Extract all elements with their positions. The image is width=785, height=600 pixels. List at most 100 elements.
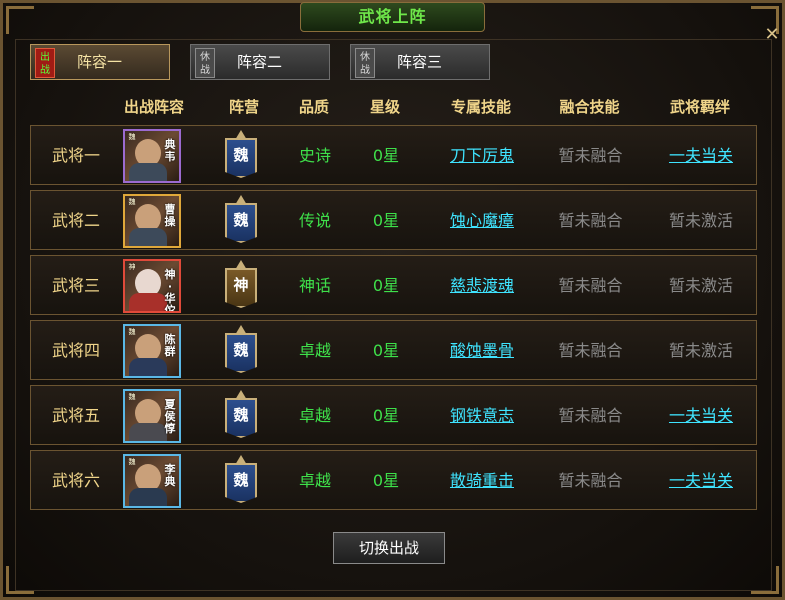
exclusive-skill-link[interactable]: 钢铁意志 [427, 386, 537, 446]
header-quality: 品质 [298, 98, 329, 116]
table-row: 武将二 魏 曹操 魏 传说 0星 蚀心魔瘴 暂未融合 暂未激活 [30, 190, 757, 250]
star-value: 0星 [372, 276, 400, 295]
lineup-status-badge: 休战 [195, 48, 215, 78]
portrait-frame: 魏 曹操 [123, 194, 181, 248]
exclusive-skill-link[interactable]: 酸蚀墨骨 [427, 321, 537, 381]
portrait-name: 神·华佗 [164, 268, 176, 313]
tab-label: 阵容二 [237, 53, 283, 71]
fusion-skill-status: 暂未融合 [558, 211, 623, 230]
fusion-skill-status: 暂未融合 [558, 406, 623, 425]
tab-lineup-3[interactable]: 休战 阵容三 [350, 44, 490, 80]
quality-value: 史诗 [298, 146, 331, 165]
exclusive-skill-link[interactable]: 刀下厉鬼 [427, 126, 537, 186]
camp-banner: 魏 [213, 126, 267, 186]
header-camp: 阵营 [228, 98, 259, 116]
camp-banner: 魏 [213, 321, 267, 381]
table-row: 武将五 魏 夏侯惇 魏 卓越 0星 钢铁意志 暂未融合 一夫当关 [30, 385, 757, 445]
quality-value: 传说 [298, 211, 331, 230]
dialog-title: 武将上阵 [300, 2, 485, 32]
portrait-name: 曹操 [164, 203, 176, 228]
portrait-camp-tag: 魏 [128, 458, 136, 466]
bond-status: 暂未激活 [668, 276, 733, 295]
quality-value: 卓越 [298, 341, 331, 360]
general-slot-label: 武将三 [51, 276, 100, 295]
portrait-camp-tag: 魏 [128, 328, 136, 336]
bond-status: 暂未激活 [668, 211, 733, 230]
general-portrait[interactable]: 神 神·华佗 [123, 256, 181, 316]
lineup-status-badge: 出战 [35, 48, 55, 78]
exclusive-skill-link[interactable]: 散骑重击 [427, 451, 537, 511]
portrait-camp-tag: 魏 [128, 198, 136, 206]
bond-status: 暂未激活 [668, 341, 733, 360]
switch-lineup-button[interactable]: 切换出战 [333, 532, 445, 564]
exclusive-skill-link[interactable]: 慈悲渡魂 [427, 256, 537, 316]
camp-banner: 魏 [213, 191, 267, 251]
bond-link[interactable]: 一夫当关 [651, 451, 751, 511]
tab-label: 阵容一 [77, 53, 123, 71]
banner-icon: 魏 [215, 455, 265, 507]
camp-glyph: 神 [233, 276, 249, 294]
portrait-frame: 神 神·华佗 [123, 259, 181, 313]
portrait-name: 典韦 [164, 138, 176, 163]
tab-lineup-2[interactable]: 休战 阵容二 [190, 44, 330, 80]
star-value: 0星 [372, 211, 400, 230]
portrait-name: 李典 [164, 463, 176, 488]
corner-ornament [6, 566, 34, 594]
general-portrait[interactable]: 魏 曹操 [123, 191, 181, 251]
portrait-frame: 魏 典韦 [123, 129, 181, 183]
header-fusion: 融合技能 [559, 98, 620, 116]
camp-banner: 魏 [213, 451, 267, 511]
quality-value: 卓越 [298, 406, 331, 425]
star-value: 0星 [372, 341, 400, 360]
header-lineup: 出战阵容 [123, 98, 184, 116]
header-skill: 专属技能 [450, 98, 511, 116]
table-row: 武将六 魏 李典 魏 卓越 0星 散骑重击 暂未融合 一夫当关 [30, 450, 757, 510]
corner-ornament [751, 566, 779, 594]
general-slot-label: 武将一 [51, 146, 100, 165]
quality-value: 卓越 [298, 471, 331, 490]
tab-lineup-1[interactable]: 出战 阵容一 [30, 44, 170, 80]
table-row: 武将四 魏 陈群 魏 卓越 0星 酸蚀墨骨 暂未融合 暂未激活 [30, 320, 757, 380]
star-value: 0星 [372, 146, 400, 165]
portrait-body [129, 163, 167, 181]
portrait-body [129, 423, 167, 441]
exclusive-skill-link[interactable]: 蚀心魔瘴 [427, 191, 537, 251]
corner-ornament [6, 6, 34, 34]
camp-glyph: 魏 [233, 341, 249, 359]
bond-link[interactable]: 一夫当关 [651, 126, 751, 186]
camp-glyph: 魏 [233, 211, 249, 229]
general-portrait[interactable]: 魏 夏侯惇 [123, 386, 181, 446]
camp-banner: 神 [213, 256, 267, 316]
fusion-skill-status: 暂未融合 [558, 276, 623, 295]
fusion-skill-status: 暂未融合 [558, 471, 623, 490]
camp-banner: 魏 [213, 386, 267, 446]
general-portrait[interactable]: 魏 李典 [123, 451, 181, 511]
portrait-frame: 魏 夏侯惇 [123, 389, 181, 443]
general-slot-label: 武将五 [51, 406, 100, 425]
camp-glyph: 魏 [233, 471, 249, 489]
general-portrait[interactable]: 魏 典韦 [123, 126, 181, 186]
header-bond: 武将羁绊 [669, 98, 730, 116]
portrait-camp-tag: 神 [128, 263, 136, 271]
table-row: 武将三 神 神·华佗 神 神话 0星 慈悲渡魂 暂未融合 暂未激活 [30, 255, 757, 315]
portrait-camp-tag: 魏 [128, 133, 136, 141]
portrait-body [129, 488, 167, 506]
close-icon[interactable]: ✕ [761, 24, 783, 46]
portrait-camp-tag: 魏 [128, 393, 136, 401]
general-slot-label: 武将六 [51, 471, 100, 490]
general-portrait[interactable]: 魏 陈群 [123, 321, 181, 381]
banner-icon: 神 [215, 260, 265, 312]
lineup-status-badge: 休战 [355, 48, 375, 78]
tab-label: 阵容三 [397, 53, 443, 71]
portrait-body [129, 293, 167, 311]
general-slot-label: 武将四 [51, 341, 100, 360]
bond-link[interactable]: 一夫当关 [651, 386, 751, 446]
star-value: 0星 [372, 406, 400, 425]
portrait-body [129, 358, 167, 376]
camp-glyph: 魏 [233, 406, 249, 424]
fusion-skill-status: 暂未融合 [558, 146, 623, 165]
banner-icon: 魏 [215, 390, 265, 442]
camp-glyph: 魏 [233, 146, 249, 164]
quality-value: 神话 [298, 276, 331, 295]
star-value: 0星 [372, 471, 400, 490]
